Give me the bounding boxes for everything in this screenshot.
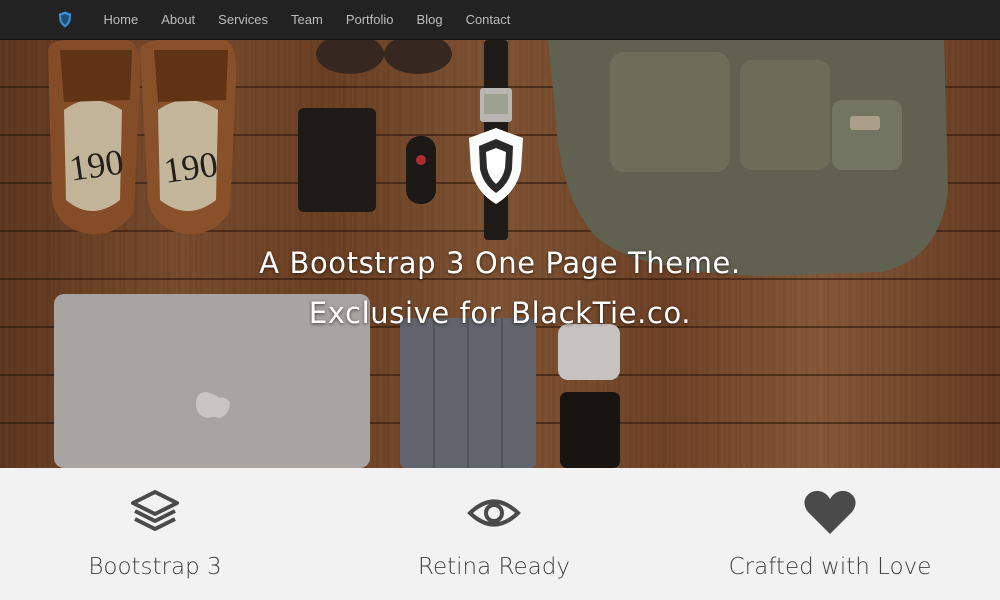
hero-section: 190 190 A Bootstrap 3 One Page Theme. Ex… [0, 40, 1000, 468]
nav-item-contact[interactable]: Contact [454, 0, 522, 40]
nav-item-about[interactable]: About [150, 0, 207, 40]
nav-item-home[interactable]: Home [92, 0, 150, 40]
hero-heading-line-2: Exclusive for BlackTie.co. [308, 296, 692, 330]
nav-item-services[interactable]: Services [207, 0, 280, 40]
brand-logo[interactable] [53, 8, 77, 32]
shield-icon [58, 11, 72, 28]
features-section: Bootstrap 3 Retina Ready Crafted with Lo… [0, 468, 1000, 600]
nav-item-team[interactable]: Team [280, 0, 335, 40]
hero-heading-line-1: A Bootstrap 3 One Page Theme. [259, 246, 741, 280]
layers-icon [131, 490, 179, 531]
heart-icon [804, 490, 856, 534]
feature-label: Retina Ready [418, 554, 570, 580]
shield-icon [469, 128, 523, 204]
nav-menu: Home About Services Team Portfolio Blog … [92, 0, 522, 40]
nav-item-portfolio[interactable]: Portfolio [334, 0, 405, 40]
nav-item-blog[interactable]: Blog [405, 0, 454, 40]
feature-label: Crafted with Love [728, 554, 932, 580]
feature-label: Bootstrap 3 [88, 554, 222, 580]
navbar: Home About Services Team Portfolio Blog … [0, 0, 1000, 40]
eye-icon [467, 499, 521, 527]
